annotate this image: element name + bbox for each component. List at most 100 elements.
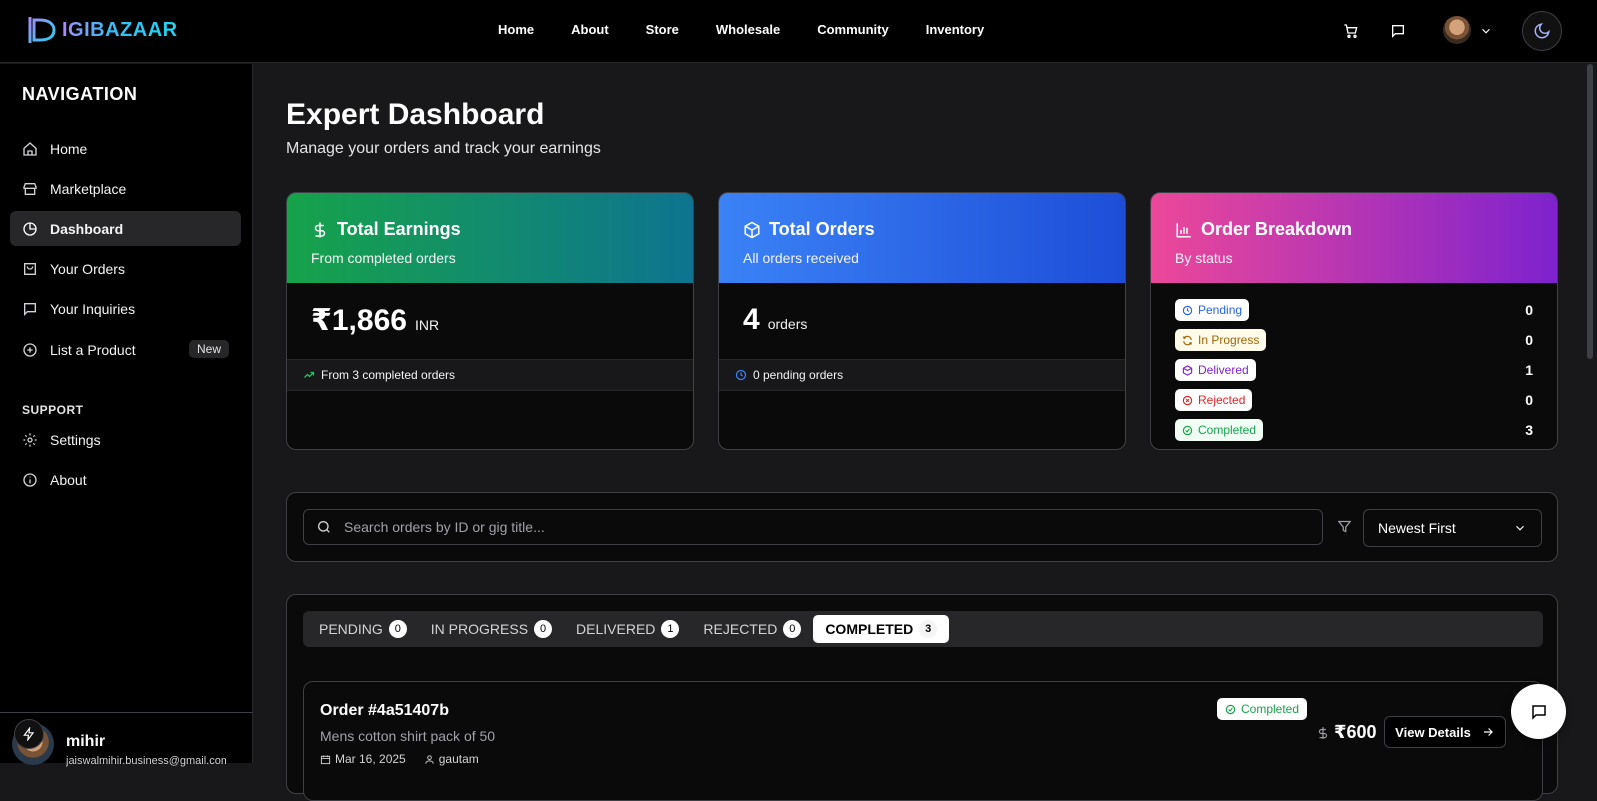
clock-icon <box>735 369 747 381</box>
card-title: Total Orders <box>769 219 875 239</box>
card-title: Order Breakdown <box>1201 219 1353 239</box>
sort-value: Newest First <box>1378 520 1456 536</box>
earnings-value: ₹1,866 <box>311 304 407 337</box>
card-subtitle: By status <box>1175 250 1233 266</box>
sidebar-item-marketplace[interactable]: Marketplace <box>10 171 241 206</box>
order-meta: Mar 16, 2025 gautam <box>320 752 479 766</box>
theme-toggle-button[interactable] <box>1522 11 1562 51</box>
card-title: Total Earnings <box>337 219 461 239</box>
nav-community[interactable]: Community <box>817 22 889 37</box>
sidebar-item-label: Home <box>50 140 88 157</box>
chevron-down-icon[interactable] <box>1474 19 1498 43</box>
filter-icon[interactable] <box>1337 519 1352 534</box>
main-content: Expert Dashboard Manage your orders and … <box>254 64 1583 801</box>
top-bar: IGIBAZAAR Home About Store Wholesale Com… <box>0 0 1597 63</box>
nav-inventory[interactable]: Inventory <box>926 22 985 37</box>
home-icon <box>23 141 37 156</box>
search-field[interactable] <box>303 509 1323 545</box>
sidebar-item-label: Settings <box>50 431 101 448</box>
button-label: View Details <box>1395 724 1471 740</box>
clock-icon <box>1182 305 1193 315</box>
scroll-thumb[interactable] <box>1587 64 1593 359</box>
pie-chart-icon <box>23 221 37 236</box>
card-subtitle: From completed orders <box>311 250 456 266</box>
sidebar-item-label: About <box>50 471 87 488</box>
breakdown-row-in-progress: In Progress 0 <box>1175 329 1533 351</box>
nav-home[interactable]: Home <box>498 22 534 37</box>
tab-in-progress[interactable]: IN PROGRESS 0 <box>419 615 564 643</box>
dollar-icon <box>1318 726 1328 739</box>
customer-text: gautam <box>438 752 479 766</box>
sidebar-item-about[interactable]: About <box>10 462 241 497</box>
sort-select[interactable]: Newest First <box>1363 509 1542 547</box>
chat-button[interactable] <box>1511 684 1566 739</box>
order-customer: gautam <box>424 752 479 766</box>
sidebar-item-dashboard[interactable]: Dashboard <box>10 211 241 246</box>
search-icon <box>318 521 330 533</box>
search-input[interactable] <box>344 519 1244 535</box>
tab-delivered[interactable]: DELIVERED 1 <box>564 615 691 643</box>
nav-about[interactable]: About <box>571 22 609 37</box>
order-card[interactable]: Order #4a51407b Mens cotton shirt pack o… <box>303 681 1543 801</box>
view-details-button[interactable]: View Details <box>1384 716 1506 748</box>
tab-label: DELIVERED <box>576 621 656 637</box>
arrow-right-icon <box>1483 728 1493 736</box>
order-title: Mens cotton shirt pack of 50 <box>320 728 496 744</box>
status-label: Pending <box>1198 303 1243 317</box>
check-circle-icon <box>1225 704 1236 714</box>
tab-rejected[interactable]: REJECTED 0 <box>691 615 813 643</box>
card-header: Order Breakdown By status <box>1151 193 1557 283</box>
breakdown-row-rejected: Rejected 0 <box>1175 389 1533 411</box>
sidebar-item-home[interactable]: Home <box>10 131 241 166</box>
card-subtitle: All orders received <box>743 250 859 266</box>
gear-icon <box>23 432 37 447</box>
support-heading: SUPPORT <box>22 403 84 417</box>
user-profile[interactable]: mihir jaiswalmihir.business@gmail.com <box>0 712 253 767</box>
cart-icon[interactable] <box>1339 19 1363 43</box>
logo[interactable]: IGIBAZAAR <box>26 14 178 46</box>
tab-completed[interactable]: COMPLETED 3 <box>813 615 950 643</box>
bolt-icon[interactable] <box>14 719 44 749</box>
scrollbar[interactable] <box>1583 64 1597 763</box>
order-breakdown-card: Order Breakdown By status Pending 0 In P… <box>1150 192 1558 450</box>
sidebar-item-your-orders[interactable]: Your Orders <box>10 251 241 286</box>
search-bar: Newest First <box>286 492 1558 562</box>
user-name: mihir <box>66 733 106 750</box>
status-count: 0 <box>1525 302 1533 318</box>
tab-count: 1 <box>661 620 680 638</box>
chat-icon[interactable] <box>1386 19 1410 43</box>
date-text: Mar 16, 2025 <box>335 752 406 766</box>
new-badge: New <box>188 340 229 358</box>
status-badge: Completed <box>1217 698 1308 720</box>
tab-label: PENDING <box>319 621 383 637</box>
nav-wholesale[interactable]: Wholesale <box>716 22 780 37</box>
sidebar-item-label: Your Orders <box>50 260 125 277</box>
order-date: Mar 16, 2025 <box>320 752 406 766</box>
status-count: 0 <box>1525 392 1533 408</box>
page-subtitle: Manage your orders and track your earnin… <box>286 140 601 157</box>
sidebar-item-list-product[interactable]: List a Product New <box>10 332 241 367</box>
store-icon <box>23 182 37 195</box>
card-footer: From 3 completed orders <box>287 359 693 391</box>
nav-store[interactable]: Store <box>646 22 679 37</box>
tab-count: 0 <box>783 620 802 638</box>
tab-count: 0 <box>534 620 553 638</box>
sidebar-item-label: Your Inquiries <box>50 300 136 317</box>
tab-label: IN PROGRESS <box>430 621 529 637</box>
tab-pending[interactable]: PENDING 0 <box>307 615 419 643</box>
tab-label: COMPLETED <box>825 621 914 637</box>
status-label: In Progress <box>1198 333 1260 347</box>
sidebar-item-your-inquiries[interactable]: Your Inquiries <box>10 291 241 326</box>
brand-name: IGIBAZAAR <box>62 18 178 41</box>
order-price: ₹600 <box>1316 722 1377 743</box>
earnings-unit: INR <box>414 317 440 333</box>
card-header: Total Orders All orders received <box>719 193 1125 283</box>
avatar[interactable] <box>1443 16 1471 44</box>
sidebar-item-settings[interactable]: Settings <box>10 422 241 457</box>
refresh-icon <box>1183 335 1192 345</box>
status-count: 1 <box>1525 362 1533 378</box>
orders-unit: orders <box>767 316 808 332</box>
status-label: Completed <box>1241 702 1300 716</box>
shopping-bag-icon <box>24 262 36 275</box>
orders-value: 4 <box>743 303 760 336</box>
